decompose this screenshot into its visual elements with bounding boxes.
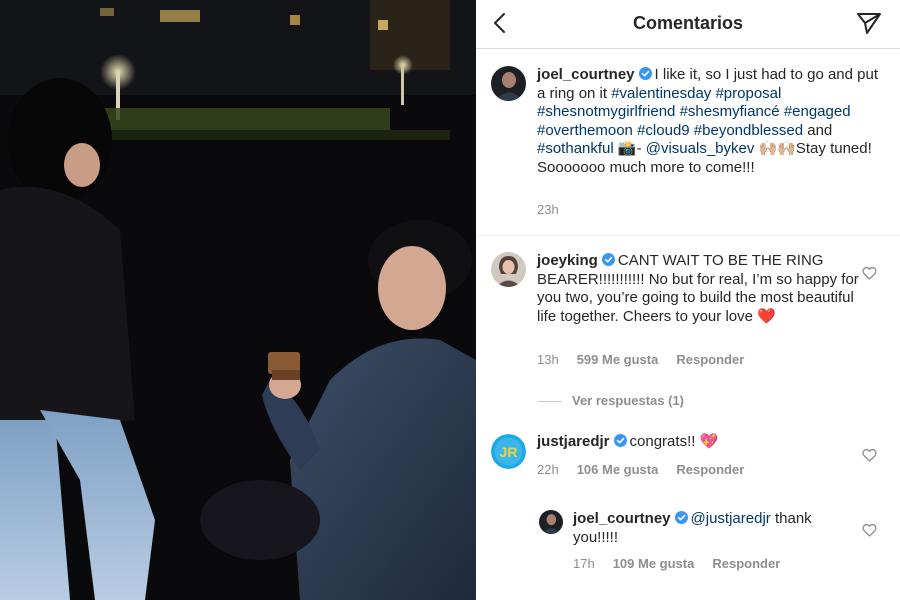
reply-comment: joel_courtney @justjaredjr thank you!!!!! xyxy=(573,510,845,547)
heart-outline-icon[interactable] xyxy=(862,266,877,280)
hashtag-link[interactable]: #cloud9 xyxy=(637,122,690,139)
page-title: Comentarios xyxy=(632,13,744,33)
avatar-image xyxy=(491,66,526,101)
divider xyxy=(476,235,900,236)
reply-meta: 17h 109 Me gusta Responder xyxy=(573,556,798,571)
caption-text-segment: and xyxy=(803,121,833,139)
comment-joeyking: joeyking CANT WAIT TO BE THE RING BEARER!… xyxy=(537,252,877,326)
comment-timestamp: 22h xyxy=(537,462,559,477)
likes-count[interactable]: 109 Me gusta xyxy=(613,556,695,571)
verified-badge-icon xyxy=(638,67,652,80)
avatar-joel-courtney-reply[interactable] xyxy=(539,510,563,534)
caption-timestamp: 23h xyxy=(537,202,559,217)
hashtag-link[interactable]: #shesmyfiancé xyxy=(680,103,780,120)
reply-mention[interactable]: @justjaredjr xyxy=(691,510,771,527)
comment-username[interactable]: justjaredjr xyxy=(537,433,610,450)
avatar-joeyking[interactable] xyxy=(491,252,526,287)
likes-count[interactable]: 599 Me gusta xyxy=(577,352,659,367)
caption-username[interactable]: joel_courtney xyxy=(537,66,635,83)
heart-outline-icon[interactable] xyxy=(862,523,877,537)
avatar-justjaredjr[interactable]: JR xyxy=(491,434,526,469)
reply-button[interactable]: Responder xyxy=(676,352,744,367)
proposal-photo-illustration xyxy=(0,0,476,600)
comments-header: Comentarios xyxy=(476,0,900,49)
comment-meta: 13h 599 Me gusta Responder xyxy=(537,352,762,367)
jr-logo-text: JR xyxy=(500,444,518,460)
avatar-joel-courtney[interactable] xyxy=(491,66,526,101)
hashtag-link[interactable]: #overthemoon xyxy=(537,122,633,139)
caption-meta: 23h xyxy=(537,202,577,217)
reply-timestamp: 17h xyxy=(573,556,595,571)
view-replies-button[interactable]: Ver respuestas (1) xyxy=(538,393,684,408)
avatar-image xyxy=(539,510,563,534)
reply-button[interactable]: Responder xyxy=(676,462,744,477)
paper-plane-icon[interactable] xyxy=(856,11,882,35)
avatar-image xyxy=(491,252,526,287)
comment-body: congrats!! 💖 xyxy=(629,433,719,450)
jr-logo-icon: JR xyxy=(491,434,526,469)
hashtag-link[interactable]: #engaged xyxy=(784,103,851,120)
replies-line xyxy=(538,401,562,403)
comments-panel: Comentarios joel_courtney I like it, so I… xyxy=(476,0,900,600)
comment-justjaredjr: justjaredjr congrats!! 💖 xyxy=(537,433,867,452)
comment-timestamp: 13h xyxy=(537,352,559,367)
post-photo xyxy=(0,0,476,600)
caption-text: joel_courtney I like it, so I just had to… xyxy=(537,66,882,177)
hashtag-link[interactable]: #sothankful xyxy=(537,140,614,157)
hashtag-link[interactable]: #beyondblessed xyxy=(694,122,803,139)
likes-count[interactable]: 106 Me gusta xyxy=(577,462,659,477)
hashtag-link[interactable]: #shesnotmygirlfriend xyxy=(537,103,675,120)
hashtag-link[interactable]: #valentinesday xyxy=(611,85,711,102)
reply-button[interactable]: Responder xyxy=(712,556,780,571)
verified-badge-icon xyxy=(674,511,688,524)
heart-outline-icon[interactable] xyxy=(862,448,877,462)
view-replies-label: Ver respuestas (1) xyxy=(572,393,685,408)
verified-badge-icon xyxy=(601,253,615,266)
reply-username[interactable]: joel_courtney xyxy=(573,510,671,527)
hashtag-link[interactable]: #proposal xyxy=(715,85,781,102)
comment-username[interactable]: joeyking xyxy=(537,252,598,269)
hashtag-link[interactable]: @visuals_bykev xyxy=(646,140,755,157)
comment-meta: 22h 106 Me gusta Responder xyxy=(537,462,762,477)
verified-badge-icon xyxy=(613,434,627,447)
caption-text-segment: 📸- xyxy=(613,140,646,157)
